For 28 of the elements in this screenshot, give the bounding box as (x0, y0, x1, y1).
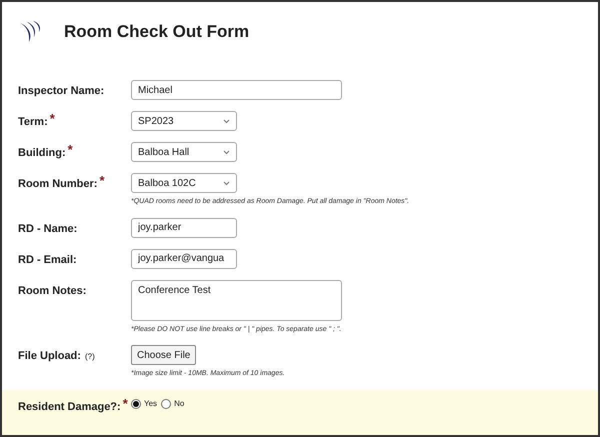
text-field[interactable]: Michael (131, 80, 342, 100)
chevron-down-icon (223, 180, 230, 186)
radio-option[interactable]: No (161, 398, 184, 410)
required-mark: * (68, 142, 73, 157)
chevron-down-icon (223, 150, 230, 154)
field-label: File Upload: (18, 350, 81, 362)
dropdown[interactable]: Balboa 102C (131, 173, 237, 193)
field-label: Room Number: (18, 178, 98, 190)
field-label: Building: (18, 147, 66, 159)
required-mark: * (50, 111, 55, 126)
radio-option[interactable]: Yes (131, 398, 158, 410)
field-label: Resident Damage?: (18, 400, 121, 412)
text-field[interactable]: joy.parker (131, 218, 237, 238)
dropdown[interactable]: Balboa Hall (131, 142, 237, 162)
form-title: Room Check Out Form (64, 21, 250, 44)
field-label: Inspector Name: (18, 85, 104, 97)
text-field[interactable]: joy.parker@vangua (131, 248, 237, 268)
help-hint[interactable]: (?) (84, 352, 95, 361)
notes-field[interactable]: Conference Test (131, 280, 342, 320)
choose-file-button[interactable]: Choose File (131, 345, 196, 365)
required-mark: * (122, 396, 128, 410)
required-mark: * (99, 173, 105, 188)
chevron-down-icon (223, 118, 230, 124)
field-label: Term: (18, 116, 48, 128)
dropdown[interactable]: SP2023 (131, 111, 237, 131)
field-label: RD - Name: (18, 222, 78, 234)
field-label: RD - Email: (18, 254, 77, 266)
field-label: Room Notes: (18, 284, 86, 296)
